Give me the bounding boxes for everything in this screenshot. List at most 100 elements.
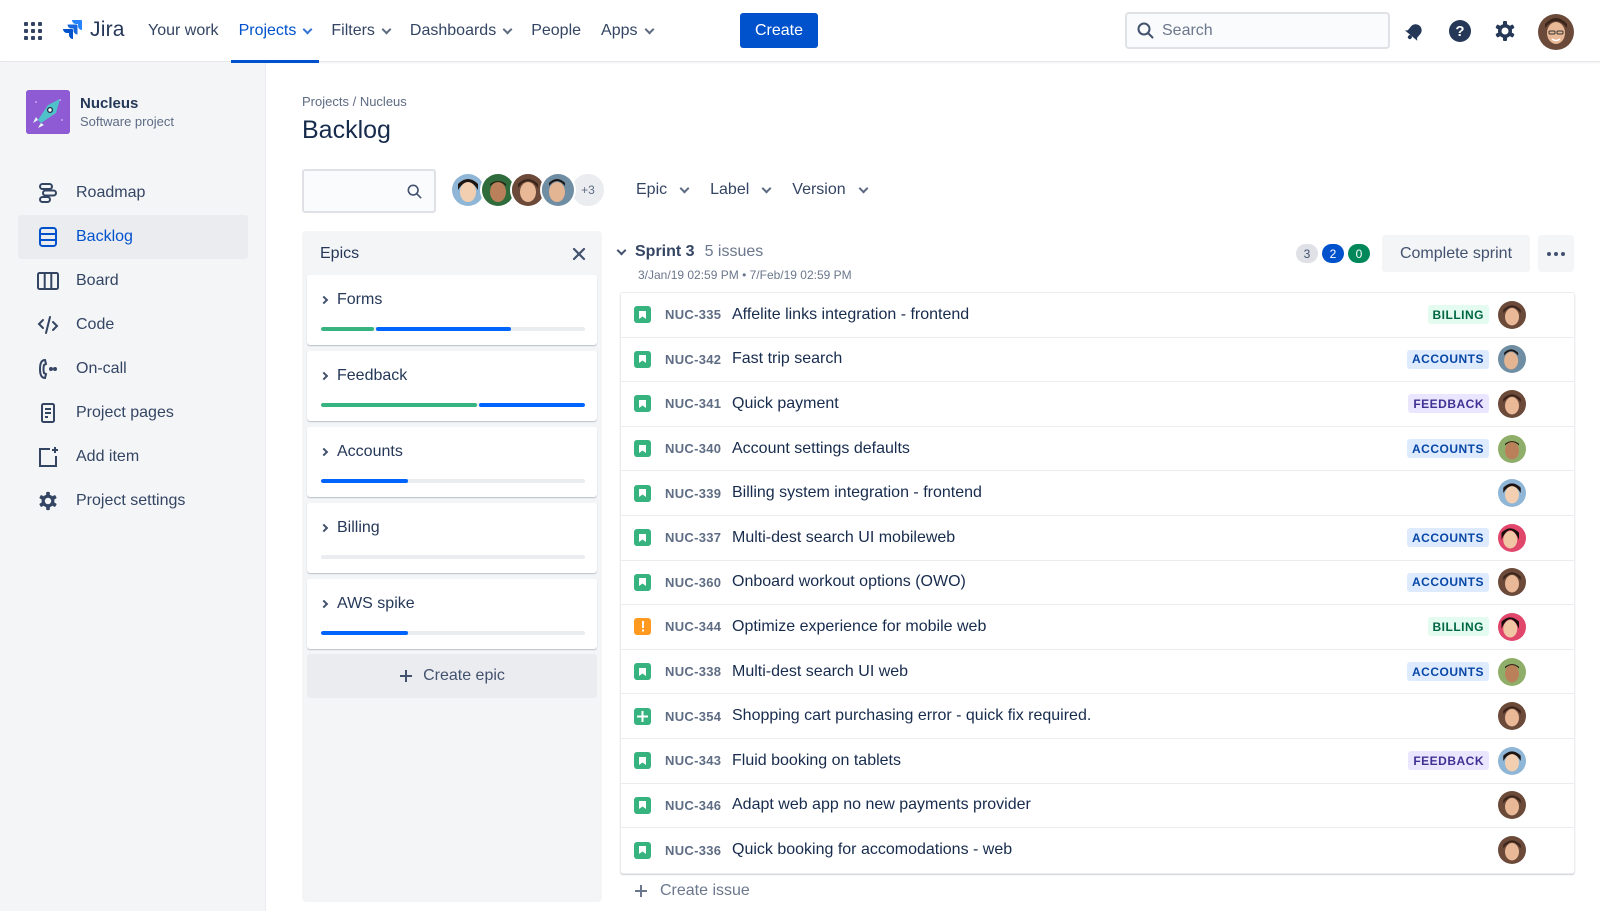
close-icon[interactable] — [570, 245, 588, 263]
issue-row[interactable]: NUC-344 Optimize experience for mobile we… — [621, 605, 1574, 650]
issue-key[interactable]: NUC-335 — [665, 307, 721, 322]
create-button[interactable]: Create — [740, 13, 818, 48]
assignee-avatar[interactable] — [1498, 345, 1526, 374]
epic-card[interactable]: Billing — [307, 503, 597, 573]
issue-row[interactable]: NUC-340 Account settings defaults ACCOUNTS — [621, 427, 1574, 472]
issue-row[interactable]: NUC-337 Multi-dest search UI mobileweb ACC… — [621, 516, 1574, 561]
chevron-down-icon[interactable] — [616, 245, 627, 255]
global-search[interactable] — [1125, 12, 1390, 49]
jira-logo[interactable]: Jira — [60, 17, 125, 43]
epic-label[interactable]: ACCOUNTS — [1407, 439, 1489, 459]
sidebar-item-on-call[interactable]: On-call — [18, 347, 248, 391]
notifications-icon[interactable] — [1402, 18, 1428, 44]
epic-label[interactable]: FEEDBACK — [1408, 394, 1489, 414]
issue-key[interactable]: NUC-360 — [665, 575, 721, 590]
assignee-avatar[interactable] — [1498, 746, 1526, 775]
chevron-right-icon — [319, 523, 329, 533]
assignee-avatar[interactable] — [1498, 836, 1526, 865]
global-search-input[interactable] — [1162, 21, 1362, 40]
backlog-search-input[interactable] — [312, 179, 402, 203]
filter-label: Version — [792, 181, 846, 198]
epic-card[interactable]: Feedback — [307, 351, 597, 421]
issue-key[interactable]: NUC-341 — [665, 396, 721, 411]
search-icon — [407, 184, 422, 198]
issue-row[interactable]: NUC-354 Shopping cart purchasing error - … — [621, 694, 1574, 739]
create-epic-button[interactable]: Create epic — [307, 654, 597, 698]
epic-label[interactable]: BILLING — [1427, 617, 1489, 637]
breadcrumb-nucleus[interactable]: Nucleus — [360, 94, 407, 109]
issue-row[interactable]: NUC-360 Onboard workout options (OWO) ACCO… — [621, 561, 1574, 606]
issue-summary: Affelite links integration - frontend — [732, 305, 970, 323]
epic-label[interactable]: ACCOUNTS — [1407, 572, 1489, 592]
issue-key[interactable]: NUC-337 — [665, 530, 721, 545]
more-actions-icon[interactable] — [1538, 235, 1574, 272]
epic-label[interactable]: FEEDBACK — [1408, 751, 1489, 771]
nav-apps[interactable]: Apps — [591, 0, 662, 62]
primary-nav: Your work Projects Filters Dashboards Pe… — [138, 0, 663, 63]
epic-label[interactable]: ACCOUNTS — [1407, 349, 1489, 369]
epic-label[interactable]: ACCOUNTS — [1407, 528, 1489, 548]
assignee-avatar[interactable] — [1498, 300, 1526, 329]
epic-filter-dropdown[interactable]: Epic — [625, 170, 699, 210]
nav-filters[interactable]: Filters — [321, 0, 400, 62]
issue-row[interactable]: NUC-336 Quick booking for accomodations -… — [621, 828, 1574, 873]
complete-sprint-button[interactable]: Complete sprint — [1382, 235, 1530, 272]
sidebar-item-board[interactable]: Board — [18, 259, 248, 303]
issue-key[interactable]: NUC-344 — [665, 619, 721, 634]
profile-avatar[interactable] — [1538, 14, 1574, 50]
assignee-avatar[interactable] — [1498, 657, 1526, 686]
sidebar-item-label: On-call — [76, 360, 127, 377]
assignee-avatar[interactable] — [1498, 612, 1526, 641]
issue-row[interactable]: NUC-341 Quick payment FEEDBACK — [621, 382, 1574, 427]
project-header[interactable]: Nucleus Software project — [26, 90, 174, 134]
sidebar-item-code[interactable]: Code — [18, 303, 248, 347]
issue-row[interactable]: NUC-338 Multi-dest search UI web ACCOUNTS — [621, 650, 1574, 695]
issue-row[interactable]: NUC-346 Adapt web app no new payments pro… — [621, 784, 1574, 829]
assignee-avatar[interactable] — [1498, 791, 1526, 820]
issue-row[interactable]: NUC-335 Affelite links integration - fron… — [621, 293, 1574, 338]
sidebar-item-roadmap[interactable]: Roadmap — [18, 171, 248, 215]
issue-key[interactable]: NUC-338 — [665, 664, 721, 679]
chevron-down-icon — [644, 24, 654, 34]
epic-card[interactable]: Accounts — [307, 427, 597, 497]
epic-label[interactable]: BILLING — [1427, 305, 1489, 325]
issue-key[interactable]: NUC-339 — [665, 486, 721, 501]
issue-key[interactable]: NUC-346 — [665, 798, 721, 813]
nav-projects[interactable]: Projects — [229, 0, 322, 63]
assignee-avatar[interactable] — [1498, 702, 1526, 731]
assignee-avatar[interactable] — [1498, 389, 1526, 418]
issue-key[interactable]: NUC-340 — [665, 441, 721, 456]
assignee-avatar[interactable] — [1498, 479, 1526, 508]
assignee-avatar[interactable] — [1498, 523, 1526, 552]
issue-key[interactable]: NUC-336 — [665, 843, 721, 858]
epic-label[interactable]: ACCOUNTS — [1407, 662, 1489, 682]
assignee-avatar[interactable] — [1498, 434, 1526, 463]
project-rocket-icon — [26, 90, 70, 134]
sidebar-item-project-settings[interactable]: Project settings — [18, 479, 248, 523]
app-switcher-icon[interactable] — [24, 22, 42, 40]
create-issue-button[interactable]: Create issue — [634, 882, 750, 900]
epic-card[interactable]: AWS spike — [307, 579, 597, 649]
breadcrumb-projects[interactable]: Projects — [302, 94, 349, 109]
nav-dashboards[interactable]: Dashboards — [400, 0, 521, 62]
issue-row[interactable]: NUC-339 Billing system integration - fron… — [621, 471, 1574, 516]
issue-key[interactable]: NUC-342 — [665, 352, 721, 367]
issue-key[interactable]: NUC-354 — [665, 709, 721, 724]
assignee-avatar[interactable] — [540, 172, 576, 208]
version-filter-dropdown[interactable]: Version — [781, 170, 877, 210]
issue-row[interactable]: NUC-343 Fluid booking on tablets FEEDBACK — [621, 739, 1574, 784]
issue-row[interactable]: NUC-342 Fast trip search ACCOUNTS — [621, 338, 1574, 383]
nav-people[interactable]: People — [521, 0, 591, 62]
assignee-avatar[interactable] — [1498, 568, 1526, 597]
story-icon — [634, 529, 651, 547]
nav-your-work[interactable]: Your work — [138, 0, 229, 62]
issue-key[interactable]: NUC-343 — [665, 753, 721, 768]
sidebar-item-add-item[interactable]: Add item — [18, 435, 248, 479]
epic-card[interactable]: Forms — [307, 275, 597, 345]
label-filter-dropdown[interactable]: Label — [699, 170, 781, 210]
settings-icon[interactable] — [1492, 18, 1518, 44]
sidebar-item-backlog[interactable]: Backlog — [18, 215, 248, 259]
help-icon[interactable]: ? — [1447, 18, 1473, 44]
sidebar-item-project-pages[interactable]: Project pages — [18, 391, 248, 435]
backlog-search[interactable] — [302, 169, 436, 213]
